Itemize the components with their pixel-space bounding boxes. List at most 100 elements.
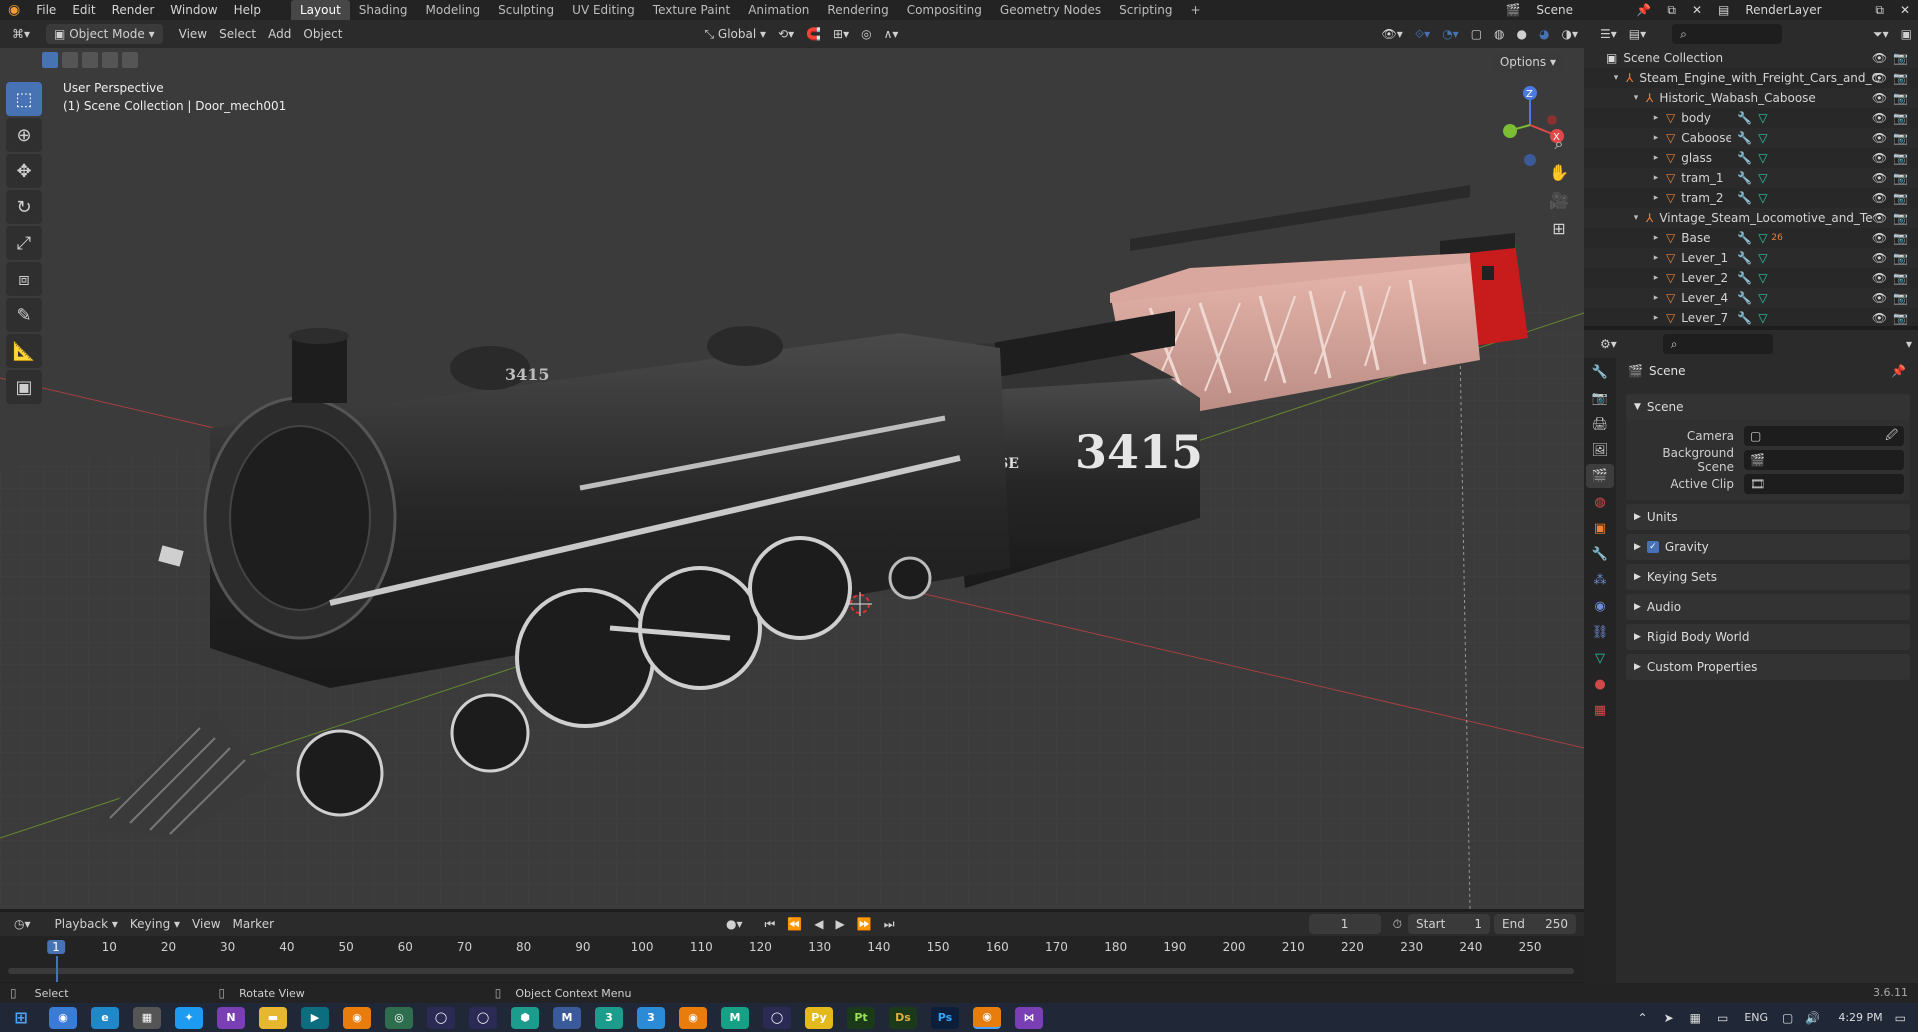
subpanel-audio[interactable]: ▶ Audio [1626, 594, 1910, 620]
expand-toggle-icon[interactable]: ▸ [1650, 273, 1662, 283]
proportional-edit-icon[interactable]: ◎ [855, 24, 877, 44]
blender-active-icon[interactable]: ◉ [973, 1006, 1001, 1029]
tab-sculpting[interactable]: Sculpting [489, 0, 563, 20]
modifier-icon[interactable]: 🔧 [1737, 251, 1752, 265]
mesh-data-icon[interactable]: ▽ [1758, 131, 1767, 145]
filter-icon[interactable]: ⏷▾ [1867, 24, 1895, 44]
modifier-icon[interactable]: 🔧 [1737, 151, 1752, 165]
subpanel-rigid-body-world[interactable]: ▶ Rigid Body World [1626, 624, 1910, 650]
mesh-data-icon[interactable]: ▽ [1758, 151, 1767, 165]
app-icon-1[interactable]: ◎ [385, 1006, 413, 1029]
expand-toggle-icon[interactable]: ▸ [1650, 113, 1662, 123]
xray-icon[interactable]: ▢ [1465, 24, 1488, 44]
expand-toggle-icon[interactable]: ▸ [1650, 153, 1662, 163]
move-tool-icon[interactable]: ✥ [6, 154, 42, 188]
pin-icon[interactable]: 📌 [1628, 0, 1659, 20]
file-explorer-icon[interactable]: ▬ [259, 1006, 287, 1029]
add-cube-tool-icon[interactable]: ▣ [6, 370, 42, 404]
terminal-icon[interactable]: ▶ [301, 1006, 329, 1029]
gravity-checkbox[interactable]: ✓ [1646, 541, 1659, 553]
cursor-tool-icon[interactable]: ⊕ [6, 118, 42, 152]
tab-rendering[interactable]: Rendering [818, 0, 897, 20]
properties-search-input[interactable]: ⌕ [1662, 334, 1773, 354]
mesh-data-icon[interactable]: ▽ [1758, 231, 1767, 245]
tab-modeling[interactable]: Modeling [417, 0, 490, 20]
material-shading-icon[interactable]: ◕ [1533, 24, 1555, 44]
eye-icon[interactable]: 👁 [1872, 311, 1887, 325]
maya-icon[interactable]: M [721, 1006, 749, 1029]
menu-add[interactable]: Add [262, 24, 297, 44]
camera-render-icon[interactable]: 📷 [1893, 71, 1908, 85]
new-collection-icon[interactable]: ▣ [1895, 24, 1918, 44]
new-scene-icon[interactable]: ⧉ [1659, 0, 1684, 20]
subpanel-gravity[interactable]: ▶ ✓ Gravity [1626, 534, 1910, 560]
outliner-row[interactable]: ▸ ▽ tram_1 🔧 ▽ 👁 📷 [1584, 168, 1918, 188]
eyedropper-icon[interactable]: 🖉 [1885, 426, 1904, 447]
timeline-ruler[interactable]: 1 10 20 30 40 50 60 70 80 90 100 110 120 130 140 150 160… [0, 936, 1584, 982]
select-new-icon[interactable] [42, 52, 58, 68]
modifier-icon[interactable]: 🔧 [1737, 291, 1752, 305]
tray-display-icon[interactable]: ▢ [1782, 1011, 1793, 1025]
snap-target-icon[interactable]: ⊞▾ [827, 24, 855, 44]
windows-start-icon[interactable]: ⊞ [7, 1007, 35, 1029]
current-frame-field[interactable]: 1 [1308, 914, 1381, 934]
modifier-icon[interactable]: 🔧 [1737, 111, 1752, 125]
outliner-row[interactable]: ▸ ▽ Base 🔧 ▽ 26 👁 📷 [1584, 228, 1918, 248]
texture-tab-icon[interactable]: ▦ [1586, 698, 1614, 722]
eye-icon[interactable]: 👁 [1872, 251, 1887, 265]
scene-panel-header[interactable]: ▼ Scene [1626, 394, 1910, 420]
eye-icon[interactable]: 👁 [1872, 71, 1887, 85]
rendered-shading-icon[interactable]: ◑▾ [1556, 24, 1585, 44]
jump-start-icon[interactable]: ⏮ [759, 914, 782, 934]
mesh-data-icon[interactable]: ▽ [1758, 191, 1767, 205]
view-layer-tab-icon[interactable]: 🖼 [1586, 438, 1614, 462]
expand-toggle-icon[interactable]: ▸ [1650, 193, 1662, 203]
zoom-icon[interactable]: ⌕ [1545, 130, 1573, 158]
camera-render-icon[interactable]: 📷 [1893, 191, 1908, 205]
tray-monitor-icon[interactable]: ▭ [1717, 1011, 1728, 1025]
physics-tab-icon[interactable]: ◉ [1586, 594, 1614, 618]
transform-tool-icon[interactable]: ⧈ [6, 262, 42, 296]
data-tab-icon[interactable]: ▽ [1586, 646, 1614, 670]
blender-icon-2[interactable]: ◉ [679, 1006, 707, 1029]
eye-icon[interactable]: 👁 [1872, 211, 1887, 225]
subpanel-units[interactable]: ▶ Units [1626, 504, 1910, 530]
tool-tab-icon[interactable]: 🔧 [1586, 360, 1614, 384]
pan-hand-icon[interactable]: ✋ [1545, 158, 1573, 186]
camera-render-icon[interactable]: 📷 [1893, 91, 1908, 105]
visual-studio-icon[interactable]: ⋈ [1015, 1006, 1043, 1029]
new-layer-icon[interactable]: ⧉ [1867, 0, 1892, 20]
eye-icon[interactable]: 👁 [1872, 111, 1887, 125]
timeline-editor-icon[interactable]: ◷▾ [8, 914, 37, 934]
playhead[interactable] [56, 956, 58, 982]
expand-toggle-icon[interactable]: ▸ [1650, 173, 1662, 183]
onenote-icon[interactable]: N [217, 1006, 245, 1029]
mesh-data-icon[interactable]: ▽ [1758, 171, 1767, 185]
mesh-data-icon[interactable]: ▽ [1758, 111, 1767, 125]
select-extend-icon[interactable] [62, 52, 78, 68]
camera-render-icon[interactable]: 📷 [1893, 211, 1908, 225]
select-box-icon[interactable]: ⬚ [6, 82, 42, 116]
menu-edit[interactable]: Edit [64, 0, 103, 20]
timeline-scrollbar[interactable] [8, 968, 1574, 974]
camera-render-icon[interactable]: 📷 [1893, 171, 1908, 185]
clock-time[interactable]: 4:29 PM [1838, 1011, 1882, 1024]
mesh-data-icon[interactable]: ▽ [1758, 291, 1767, 305]
camera-field[interactable]: ▢ 🖉 [1744, 426, 1904, 446]
subpanel-custom-properties[interactable]: ▶ Custom Properties [1626, 654, 1910, 680]
outliner-editor-icon[interactable]: ☰▾ [1594, 24, 1623, 44]
eye-icon[interactable]: 👁 [1872, 191, 1887, 205]
wireframe-shading-icon[interactable]: ◍ [1488, 24, 1510, 44]
scale-tool-icon[interactable]: ⤢ [6, 226, 42, 260]
app-icon-2[interactable]: ◯ [427, 1006, 455, 1029]
select-invert-icon[interactable] [102, 52, 118, 68]
eye-icon[interactable]: 👁 [1872, 271, 1887, 285]
camera-render-icon[interactable]: 📷 [1893, 131, 1908, 145]
expand-toggle-icon[interactable]: ▾ [1630, 213, 1642, 223]
modifier-icon[interactable]: 🔧 [1737, 191, 1752, 205]
pivot-icon[interactable]: ⟲▾ [772, 24, 800, 44]
select-subtract-icon[interactable] [82, 52, 98, 68]
render-tab-icon[interactable]: 📷 [1586, 386, 1614, 410]
object-mode-dropdown[interactable]: ▣ Object Mode ▾ [46, 24, 163, 44]
camera-render-icon[interactable]: 📷 [1893, 291, 1908, 305]
